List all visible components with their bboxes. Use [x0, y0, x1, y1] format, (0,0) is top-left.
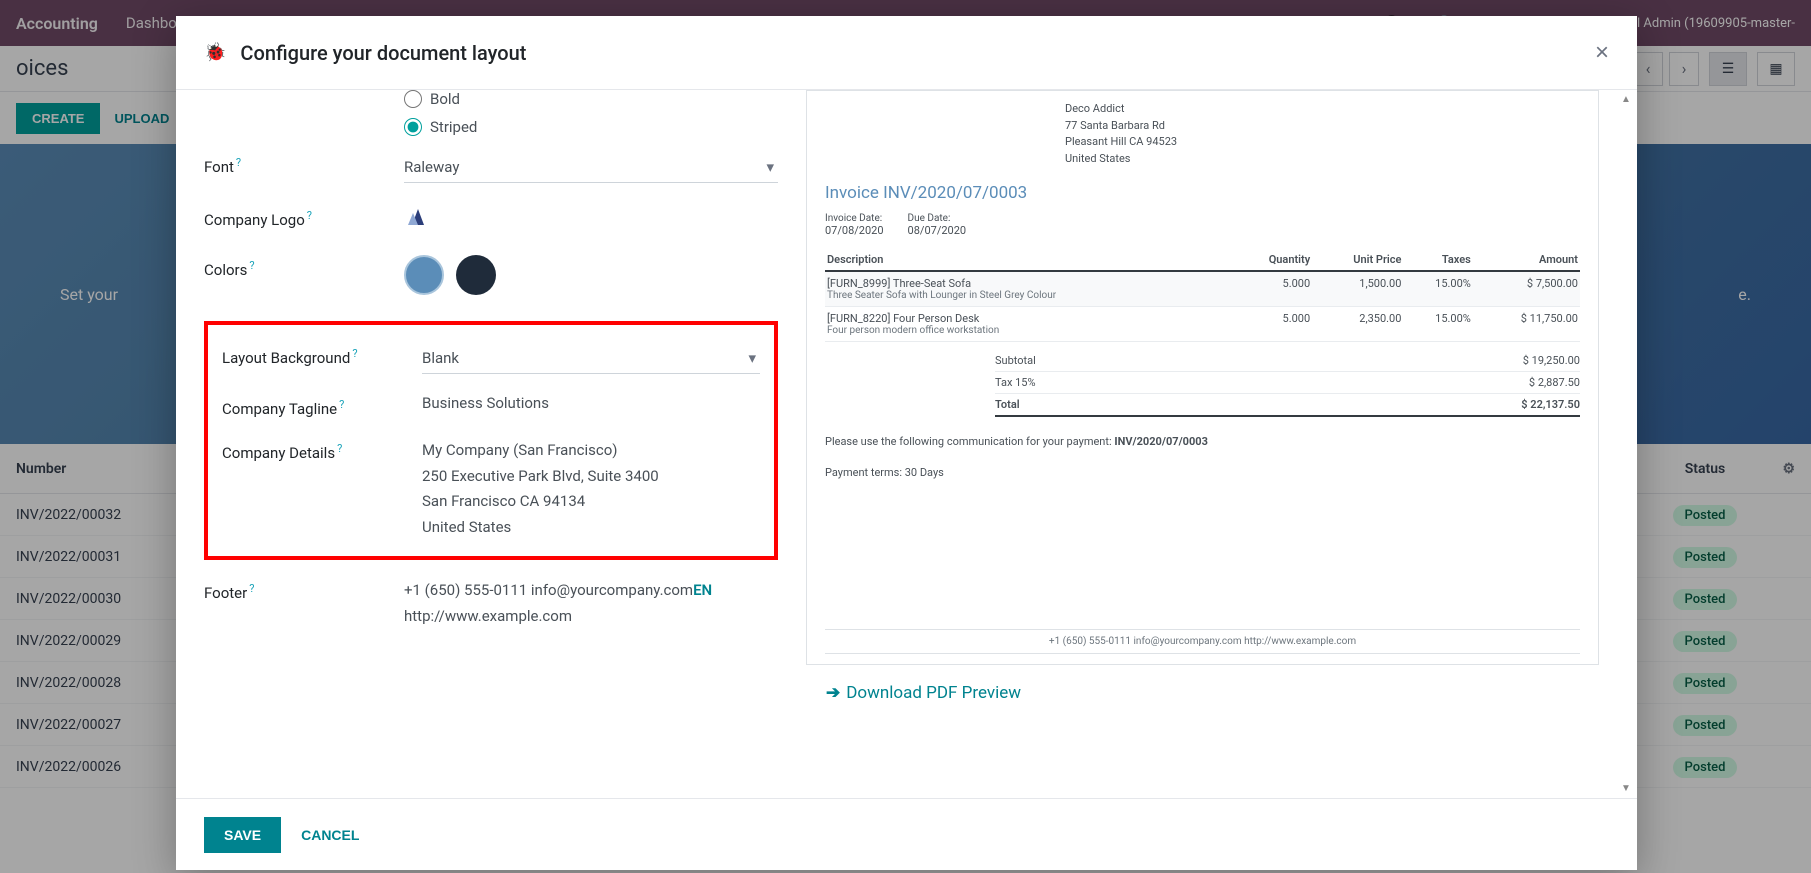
layout-striped-option[interactable]: Striped [404, 118, 778, 136]
modal-preview-pane: Deco Addict 77 Santa Barbara Rd Pleasant… [806, 90, 1637, 798]
save-button[interactable]: SAVE [204, 817, 281, 853]
lang-indicator[interactable]: EN [693, 581, 712, 599]
preview-dates: Invoice Date:07/08/2020 Due Date:08/07/2… [825, 213, 1580, 237]
close-button[interactable]: × [1595, 39, 1609, 67]
label-background: Layout Background? [222, 343, 422, 367]
layout-bold-option[interactable]: Bold [404, 90, 778, 108]
highlighted-section: Layout Background? Blank Company Tagline… [204, 321, 778, 560]
preview-address: Deco Addict 77 Santa Barbara Rd Pleasant… [1065, 101, 1580, 167]
preview-footer: +1 (650) 555-0111 info@yourcompany.com h… [825, 629, 1580, 654]
arrow-right-icon: ➔ [826, 683, 840, 703]
color-primary-swatch[interactable] [404, 255, 444, 295]
label-tagline: Company Tagline? [222, 394, 422, 418]
tagline-field[interactable]: Business Solutions [422, 394, 760, 412]
cancel-button[interactable]: CANCEL [301, 827, 359, 843]
footer-field[interactable]: +1 (650) 555-0111 info@yourcompany.comEN… [404, 578, 778, 629]
preview-line-table: DescriptionQuantityUnit PriceTaxesAmount… [825, 249, 1580, 342]
modal-title: Configure your document layout [240, 41, 526, 65]
modal-footer: SAVE CANCEL [176, 798, 1637, 870]
label-details: Company Details? [222, 438, 422, 462]
label-footer: Footer? [204, 578, 404, 602]
document-layout-modal: 🐞 Configure your document layout × Bold … [176, 16, 1637, 870]
radio-bold[interactable] [404, 90, 422, 108]
preview-comm: Please use the following communication f… [825, 435, 1580, 448]
preview-totals: Subtotal$ 19,250.00 Tax 15%$ 2,887.50 To… [995, 350, 1580, 417]
company-logo-icon[interactable] [404, 205, 444, 229]
preview-invoice-title: Invoice INV/2020/07/0003 [825, 183, 1580, 203]
label-logo: Company Logo? [204, 205, 404, 229]
document-preview: Deco Addict 77 Santa Barbara Rd Pleasant… [806, 90, 1599, 665]
label-colors: Colors? [204, 255, 404, 279]
preview-scrollbar[interactable] [1619, 90, 1635, 798]
font-select[interactable]: Raleway [404, 152, 778, 183]
modal-header: 🐞 Configure your document layout × [176, 16, 1637, 90]
background-select[interactable]: Blank [422, 343, 760, 374]
modal-form: Bold Striped Font? Raleway Company Logo? [176, 90, 806, 798]
radio-striped[interactable] [404, 118, 422, 136]
download-pdf-link[interactable]: ➔ Download PDF Preview [826, 683, 1617, 703]
bug-icon[interactable]: 🐞 [204, 42, 226, 63]
details-field[interactable]: My Company (San Francisco) 250 Executive… [422, 438, 760, 540]
color-secondary-swatch[interactable] [456, 255, 496, 295]
label-font: Font? [204, 152, 404, 176]
preview-terms: Payment terms: 30 Days [825, 466, 1580, 479]
